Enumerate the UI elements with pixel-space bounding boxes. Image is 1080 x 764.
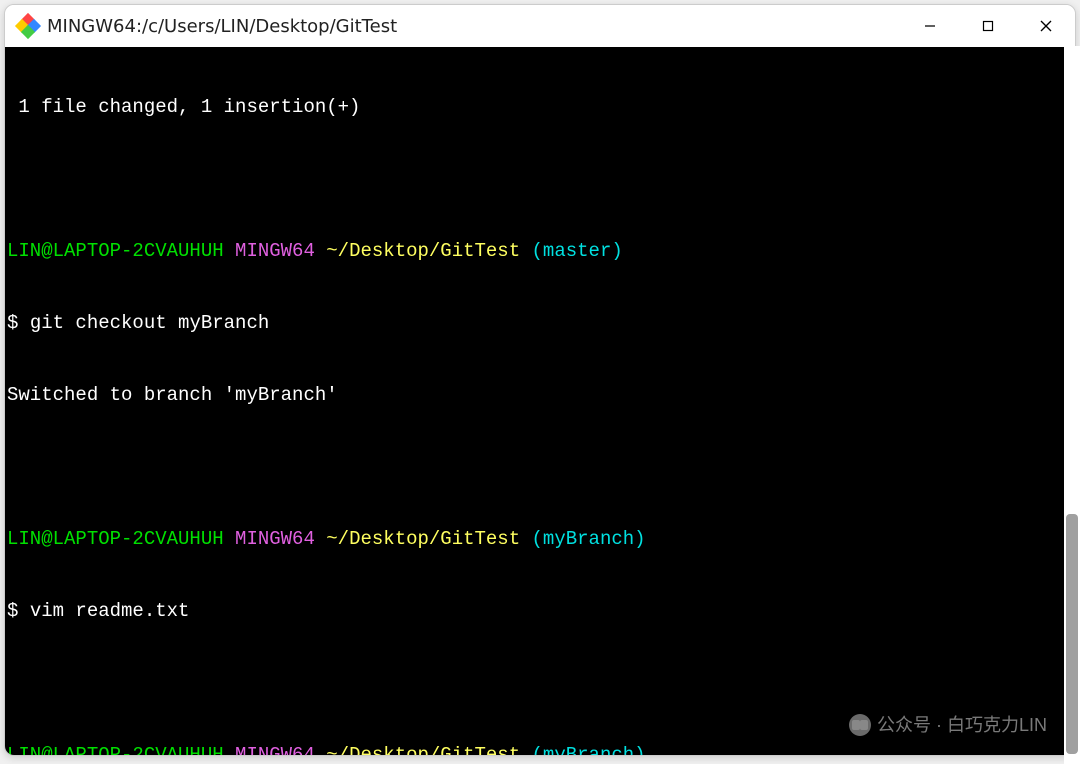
- prompt-shell: MINGW64: [235, 240, 315, 262]
- maximize-button[interactable]: [959, 5, 1017, 47]
- prompt-user: LIN@LAPTOP-2CVAUHUH: [7, 528, 224, 550]
- prompt-user: LIN@LAPTOP-2CVAUHUH: [7, 240, 224, 262]
- watermark: 公众号 · 白巧克力LIN: [849, 713, 1047, 737]
- prompt-user: LIN@LAPTOP-2CVAUHUH: [7, 744, 224, 755]
- prompt-branch: (myBranch): [532, 528, 646, 550]
- terminal-content[interactable]: 1 file changed, 1 insertion(+) LIN@LAPTO…: [5, 47, 1075, 755]
- window-controls: [901, 5, 1075, 47]
- mingw-icon: [17, 15, 39, 37]
- prompt-shell: MINGW64: [235, 528, 315, 550]
- prompt-shell: MINGW64: [235, 744, 315, 755]
- prompt-branch: (master): [532, 240, 623, 262]
- scrollbar-thumb[interactable]: [1066, 514, 1076, 754]
- close-button[interactable]: [1017, 5, 1075, 47]
- prompt-path: ~/Desktop/GitTest: [326, 240, 520, 262]
- prompt-path: ~/Desktop/GitTest: [326, 528, 520, 550]
- output-text: 1 file changed, 1 insertion(+): [7, 96, 360, 118]
- output-text: Switched to branch 'myBranch': [7, 384, 338, 406]
- prompt-path: ~/Desktop/GitTest: [326, 744, 520, 755]
- wechat-icon: [849, 714, 871, 736]
- titlebar[interactable]: MINGW64:/c/Users/LIN/Desktop/GitTest: [5, 5, 1075, 47]
- command-text: git checkout myBranch: [30, 312, 269, 334]
- watermark-text: 公众号 · 白巧克力LIN: [877, 713, 1047, 737]
- prompt-dollar: $: [7, 312, 18, 334]
- prompt-dollar: $: [7, 600, 18, 622]
- prompt-branch: (myBranch): [532, 744, 646, 755]
- terminal-window: MINGW64:/c/Users/LIN/Desktop/GitTest 1 f…: [4, 4, 1076, 756]
- minimize-button[interactable]: [901, 5, 959, 47]
- scrollbar-track[interactable]: [1064, 46, 1076, 756]
- window-title: MINGW64:/c/Users/LIN/Desktop/GitTest: [47, 16, 901, 37]
- command-text: vim readme.txt: [30, 600, 190, 622]
